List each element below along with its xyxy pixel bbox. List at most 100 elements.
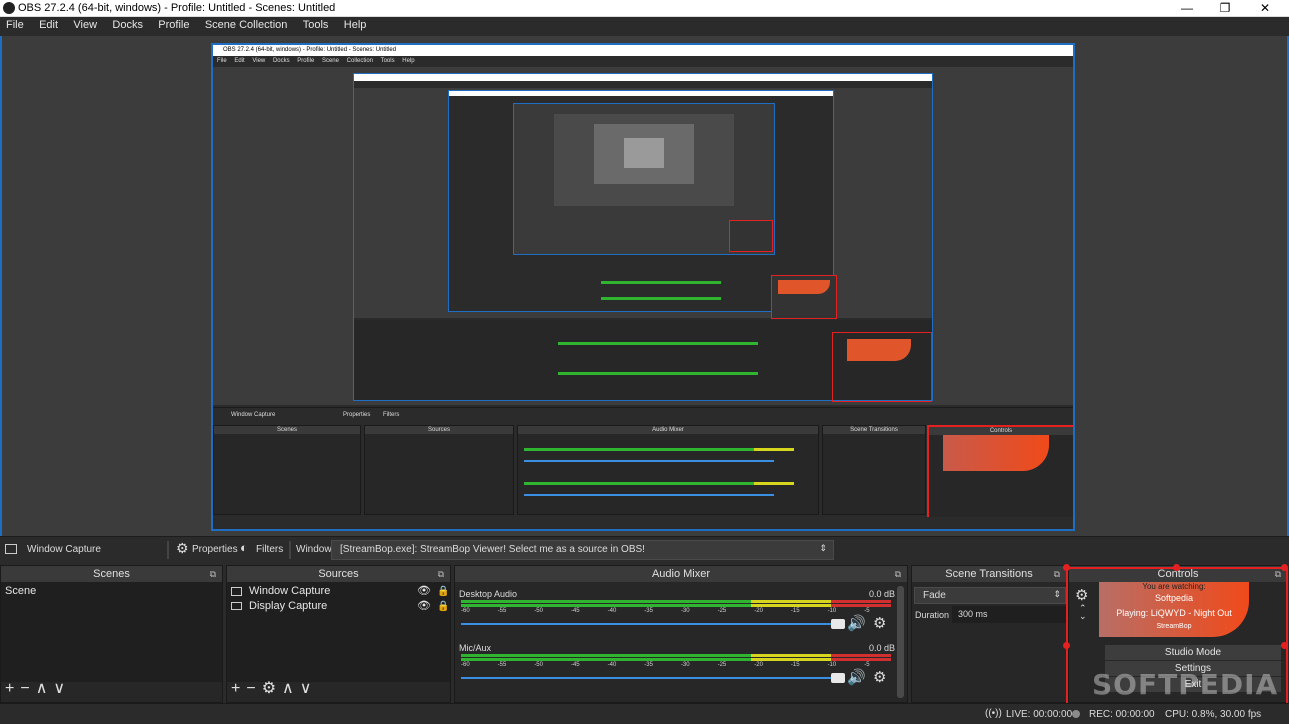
tick-label: -45 [570,608,580,614]
source-item[interactable]: Window Capture 👁 🔒 [227,584,450,599]
eye-icon[interactable]: 👁 [417,599,431,614]
undock-icon[interactable]: ⧉ [1054,566,1060,582]
preview-mixer-title: Audio Mixer [518,426,818,434]
softpedia-watermark: SOFTPEDIA [1092,668,1279,701]
preview-menu: File Edit View Docks Profile Scene Colle… [213,56,1073,67]
tick-label: -55 [497,662,507,668]
resize-handle[interactable] [1173,564,1180,571]
rec-icon [1072,710,1080,718]
tick-label: -30 [680,608,690,614]
close-button[interactable]: ✕ [1248,0,1282,17]
maximize-button[interactable]: ❐ [1208,0,1242,17]
preview-sources-dock: Sources [364,425,514,515]
window-select-value: [StreamBop.exe]: StreamBop Viewer! Selec… [340,544,645,555]
sources-list: Window Capture 👁 🔒 Display Capture 👁 🔒 [227,582,450,682]
scene-item[interactable]: Scene [1,584,222,599]
resize-handle[interactable] [1281,564,1288,571]
menu-file[interactable]: File [0,17,30,31]
window-capture-icon [231,587,242,596]
menu-profile[interactable]: Profile [152,17,195,31]
scenes-footer: +−∧∨ [5,678,71,698]
window-label: Window [296,544,332,555]
preview-properties: Properties [343,412,371,418]
preview-menu-scene-collection: Scene Collection [321,58,373,64]
menu-bar: File Edit View Docks Profile Scene Colle… [0,17,1289,36]
tick-label: -25 [717,608,727,614]
volume-meter [461,600,891,608]
add-scene-icon[interactable]: + [5,680,20,697]
gear-icon[interactable]: ⚙ [873,614,886,632]
speaker-icon[interactable]: 🔊 [847,668,866,686]
move-up-icon[interactable]: ∧ [36,680,54,697]
remove-source-icon[interactable]: − [246,680,261,697]
properties-button[interactable]: Properties [192,544,238,555]
channel-name: Desktop Audio [459,589,518,599]
gear-icon: ⚙ [176,540,189,556]
preview-filters: Filters [383,412,400,418]
menu-docks[interactable]: Docks [106,17,149,31]
source-settings-icon[interactable]: ⚙ [262,680,282,697]
tick-label: -55 [497,608,507,614]
source-item[interactable]: Display Capture 👁 🔒 [227,599,450,614]
lock-icon[interactable]: 🔒 [437,599,449,614]
audio-mixer-header: Audio Mixer ⧉ [455,566,907,582]
preview-transitions-title: Scene Transitions [823,426,925,434]
speaker-icon[interactable]: 🔊 [847,614,866,632]
preview-menu-edit: Edit [234,58,245,64]
window-capture-icon [5,544,17,554]
tick-label: -35 [644,662,653,668]
chevron-updown-icon: ⇕ [819,543,827,553]
minimize-button[interactable]: — [1170,0,1204,17]
live-icon: ((•)) [985,708,1002,719]
chevron-updown-icon: ⇕ [1053,589,1061,599]
tick-label: -50 [534,608,543,614]
preview-canvas[interactable]: OBS 27.2.4 (64-bit, windows) - Profile: … [211,43,1075,531]
menu-scene-collection[interactable]: Scene Collection [199,17,294,31]
menu-tools[interactable]: Tools [297,17,335,31]
volume-slider[interactable] [461,619,851,629]
scenes-dock-header: Scenes ⧉ [1,566,222,582]
tick-label: -60 [461,662,470,668]
move-up-icon[interactable]: ∧ [282,680,300,697]
source-toolbar: Window Capture ⚙ Properties ◐ Filters Wi… [0,536,1289,563]
eye-icon[interactable]: 👁 [417,584,431,599]
undock-icon[interactable]: ⧉ [210,566,216,582]
remove-scene-icon[interactable]: − [20,680,35,697]
resize-handle[interactable] [1063,564,1070,571]
menu-view[interactable]: View [67,17,103,31]
filters-button[interactable]: Filters [256,544,283,555]
tick-label: -30 [680,662,690,668]
move-down-icon[interactable]: ∨ [300,680,318,697]
menu-edit[interactable]: Edit [33,17,64,31]
resize-handle[interactable] [1063,642,1070,649]
undock-icon[interactable]: ⧉ [438,566,444,582]
toolbar-divider-2 [289,541,291,559]
lock-icon[interactable]: 🔒 [437,584,449,599]
mixer-channel: Desktop Audio 0.0 dB -60 -55 -50 -45 -40 -35 -… [455,584,907,636]
tick-label: -40 [607,608,617,614]
undock-icon[interactable]: ⧉ [895,566,901,582]
sources-dock-header: Sources ⧉ [227,566,450,582]
preview-menu-tools: Tools [380,58,395,64]
preview-menu-docks: Docks [272,58,290,64]
tick-label: -15 [790,608,800,614]
transition-select[interactable]: Fade ⇕ [914,587,1066,604]
preview-menu-help: Help [402,58,415,64]
scene-transitions-header: Scene Transitions ⧉ [912,566,1066,582]
move-down-icon[interactable]: ∨ [53,680,71,697]
sources-footer: +−⚙∧∨ [231,678,317,698]
tick-label: -25 [717,662,727,668]
add-source-icon[interactable]: + [231,680,246,697]
volume-slider[interactable] [461,673,851,683]
gear-icon[interactable]: ⚙ [873,668,886,686]
preview-controls-dock: Controls [927,425,1073,529]
scene-transitions-title: Scene Transitions [945,568,1033,580]
window-select[interactable]: [StreamBop.exe]: StreamBop Viewer! Selec… [331,540,834,560]
mixer-scrollbar[interactable] [897,586,904,698]
duration-input[interactable]: 300 ms [952,606,1066,623]
tick-label: -40 [607,662,617,668]
title-bar: OBS 27.2.4 (64-bit, windows) - Profile: … [0,0,1289,17]
menu-help[interactable]: Help [338,17,373,31]
resize-handle[interactable] [1281,642,1288,649]
preview-scenes-dock: Scenes [213,425,361,515]
